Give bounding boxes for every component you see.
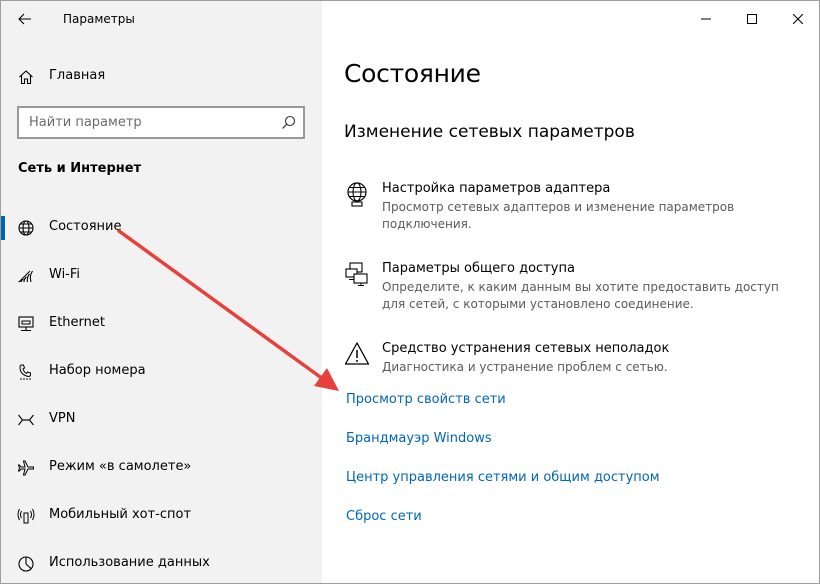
sidebar-item-status[interactable]: Состояние — [1, 208, 322, 248]
sidebar-item-label: Ethernet — [49, 315, 105, 330]
globe-icon — [18, 220, 34, 236]
maximize-icon — [747, 14, 757, 24]
sidebar: Параметры Главная Найти параметр Сеть и … — [1, 1, 322, 583]
option-description: Определите, к каким данным вы хотите пре… — [382, 280, 779, 311]
nav-home[interactable]: Главная — [1, 61, 322, 93]
option-description: Просмотр сетевых адаптеров и изменение п… — [382, 200, 735, 231]
globe-adapter-icon — [347, 182, 367, 207]
close-icon — [793, 14, 803, 24]
minimize-button[interactable] — [683, 1, 729, 37]
settings-window: Параметры Главная Найти параметр Сеть и … — [0, 0, 820, 584]
sidebar-item-vpn[interactable]: VPN — [1, 400, 322, 440]
sidebar-item-label: Состояние — [49, 219, 122, 234]
section-subtitle: Изменение сетевых параметров — [344, 122, 635, 142]
vpn-icon — [18, 414, 34, 426]
dialup-icon — [19, 364, 31, 380]
main-content: Состояние Изменение сетевых параметров Н… — [322, 1, 819, 583]
selected-indicator — [1, 216, 5, 240]
sidebar-item-label: Мобильный хот-спот — [49, 507, 192, 522]
section-title: Сеть и Интернет — [18, 161, 142, 176]
back-button[interactable] — [11, 7, 39, 31]
warning-icon — [344, 342, 370, 365]
sidebar-item-wifi[interactable]: Wi-Fi — [1, 256, 322, 296]
option-title: Настройка параметров адаптера — [382, 181, 611, 196]
ethernet-icon — [18, 316, 34, 332]
search-placeholder: Найти параметр — [29, 115, 142, 130]
option-title: Параметры общего доступа — [382, 261, 575, 276]
maximize-button[interactable] — [729, 1, 775, 37]
link-windows-firewall[interactable]: Брандмауэр Windows — [346, 431, 492, 446]
hotspot-icon — [17, 508, 35, 524]
sidebar-item-label: Режим «в самолете» — [49, 459, 192, 474]
option-title: Средство устранения сетевых неполадок — [382, 341, 670, 356]
wifi-icon — [18, 270, 33, 283]
sidebar-item-label: Wi-Fi — [49, 267, 81, 282]
sidebar-item-label: Использование данных — [49, 555, 210, 570]
sidebar-item-airplane[interactable]: Режим «в самолете» — [1, 448, 322, 488]
page-title: Состояние — [344, 59, 481, 88]
search-input[interactable]: Найти параметр — [17, 106, 305, 139]
sidebar-item-label: VPN — [49, 411, 76, 426]
sidebar-item-data-usage[interactable]: Использование данных — [1, 544, 322, 583]
data-usage-icon — [18, 556, 34, 572]
airplane-icon — [17, 460, 34, 476]
sidebar-item-ethernet[interactable]: Ethernet — [1, 304, 322, 344]
close-button[interactable] — [775, 1, 819, 37]
link-network-sharing-center[interactable]: Центр управления сетями и общим доступом — [346, 470, 660, 485]
link-network-reset[interactable]: Сброс сети — [346, 509, 422, 524]
sidebar-item-label: Набор номера — [49, 363, 146, 378]
window-controls — [683, 1, 819, 37]
app-title: Параметры — [63, 12, 135, 26]
minimize-icon — [701, 18, 711, 20]
sharing-icon — [345, 262, 368, 286]
home-icon — [19, 70, 33, 85]
nav-home-label: Главная — [49, 68, 106, 83]
link-view-network-properties[interactable]: Просмотр свойств сети — [346, 392, 506, 407]
option-description: Диагностика и устранение проблем с сетью… — [382, 360, 668, 374]
search-icon[interactable] — [281, 115, 296, 130]
sidebar-item-dialup[interactable]: Набор номера — [1, 352, 322, 392]
back-arrow-icon — [18, 13, 31, 25]
sidebar-item-hotspot[interactable]: Мобильный хот-спот — [1, 496, 322, 536]
